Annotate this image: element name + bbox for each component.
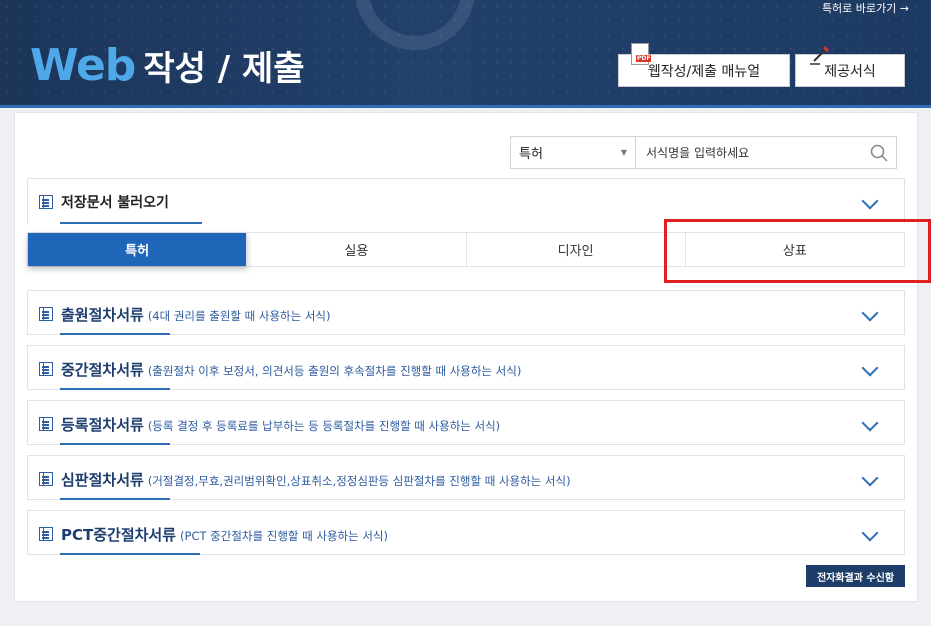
document-icon [39, 362, 53, 376]
section-accordion-trial[interactable]: 심판절차서류 (거절결정,무효,권리범위확인,상표취소,정정심판등 심판절차를 진… [27, 455, 905, 500]
tab-patent[interactable]: 특허 [28, 233, 248, 266]
chevron-down-icon[interactable] [861, 359, 879, 377]
section-label: 중간절차서류 (출원절차 이후 보정서, 의견서등 출원의 후속절차를 진행할 때… [61, 359, 521, 380]
section-label: 등록절차서류 (등록 결정 후 등록료를 납부하는 등 등록절차를 진행할 때 사… [61, 414, 500, 435]
section-description: (4대 권리를 출원할 때 사용하는 서식) [147, 309, 331, 323]
title-underline [60, 498, 170, 500]
saved-documents-accordion[interactable]: 저장문서 불러오기 [27, 178, 905, 224]
header-banner: 특허로 바로가기 → Web 작성 / 제출 PDF 웹작성/제출 매뉴얼 제공… [0, 0, 931, 108]
search-icon [870, 144, 888, 162]
section-label: 심판절차서류 (거절결정,무효,권리범위확인,상표취소,정정심판등 심판절차를 진… [61, 469, 571, 490]
chevron-down-icon[interactable] [861, 469, 879, 487]
section-title: 심판절차서류 [61, 471, 144, 489]
section-title: 출원절차서류 [61, 306, 144, 324]
section-accordion-pct[interactable]: PCT중간절차서류 (PCT 중간절차를 진행할 때 사용하는 서식) [27, 510, 905, 555]
section-title: 중간절차서류 [61, 361, 144, 379]
page-title-rest: 작성 / 제출 [143, 49, 305, 89]
title-underline [60, 553, 200, 555]
search-button[interactable] [862, 137, 896, 168]
chevron-down-icon[interactable] [861, 524, 879, 542]
section-description: (PCT 중간절차를 진행할 때 사용하는 서식) [180, 529, 388, 543]
tab-utility[interactable]: 실용 [247, 233, 467, 266]
section-description: (출원절차 이후 보정서, 의견서등 출원의 후속절차를 진행할 때 사용하는 … [147, 364, 522, 378]
section-accordion-intermediate[interactable]: 중간절차서류 (출원절차 이후 보정서, 의견서등 출원의 후속절차를 진행할 때… [27, 345, 905, 390]
document-icon [39, 307, 53, 321]
manual-button-label: 웹작성/제출 매뉴얼 [647, 63, 761, 80]
section-title: PCT중간절차서류 [61, 526, 177, 544]
page-title-web: Web [30, 40, 136, 91]
page-title: Web 작성 / 제출 [30, 40, 305, 91]
chevron-down-icon[interactable] [861, 192, 879, 210]
section-accordion-registration[interactable]: 등록절차서류 (등록 결정 후 등록료를 납부하는 등 등록절차를 진행할 때 사… [27, 400, 905, 445]
document-icon [39, 527, 53, 541]
document-icon [39, 195, 53, 209]
section-description: (거절결정,무효,권리범위확인,상표취소,정정심판등 심판절차를 진행할 때 사… [147, 474, 571, 488]
pdf-icon: PDF [631, 43, 652, 65]
title-underline [60, 333, 170, 335]
digitization-inbox-button[interactable]: 전자화결과 수신함 [806, 565, 905, 587]
pencil-icon [810, 45, 830, 65]
document-icon [39, 472, 53, 486]
section-description: (등록 결정 후 등록료를 납부하는 등 등록절차를 진행할 때 사용하는 서식… [147, 419, 501, 433]
provided-forms-button[interactable]: 제공서식 [795, 45, 905, 87]
category-select-value: 특허 [519, 147, 543, 162]
caret-down-icon: ▼ [620, 148, 627, 157]
section-label: 출원절차서류 (4대 권리를 출원할 때 사용하는 서식) [61, 304, 331, 325]
document-icon [39, 417, 53, 431]
manual-button[interactable]: PDF 웹작성/제출 매뉴얼 [618, 43, 790, 87]
title-underline [60, 443, 170, 445]
section-accordion-application[interactable]: 출원절차서류 (4대 권리를 출원할 때 사용하는 서식) [27, 290, 905, 335]
chevron-down-icon[interactable] [861, 414, 879, 432]
search-input[interactable] [636, 137, 862, 168]
search-bar: 특허 ▼ [510, 136, 897, 169]
top-link[interactable]: 특허로 바로가기 → [822, 0, 909, 16]
highlight-box [664, 219, 931, 283]
section-title: 등록절차서류 [61, 416, 144, 434]
chevron-down-icon[interactable] [861, 304, 879, 322]
section-label: PCT중간절차서류 (PCT 중간절차를 진행할 때 사용하는 서식) [61, 524, 388, 545]
banner-bottom-line [0, 105, 931, 108]
title-underline [60, 222, 202, 224]
saved-documents-label: 저장문서 불러오기 [61, 195, 169, 211]
tab-design[interactable]: 디자인 [467, 233, 686, 266]
category-select[interactable]: 특허 ▼ [511, 137, 636, 168]
title-underline [60, 388, 170, 390]
